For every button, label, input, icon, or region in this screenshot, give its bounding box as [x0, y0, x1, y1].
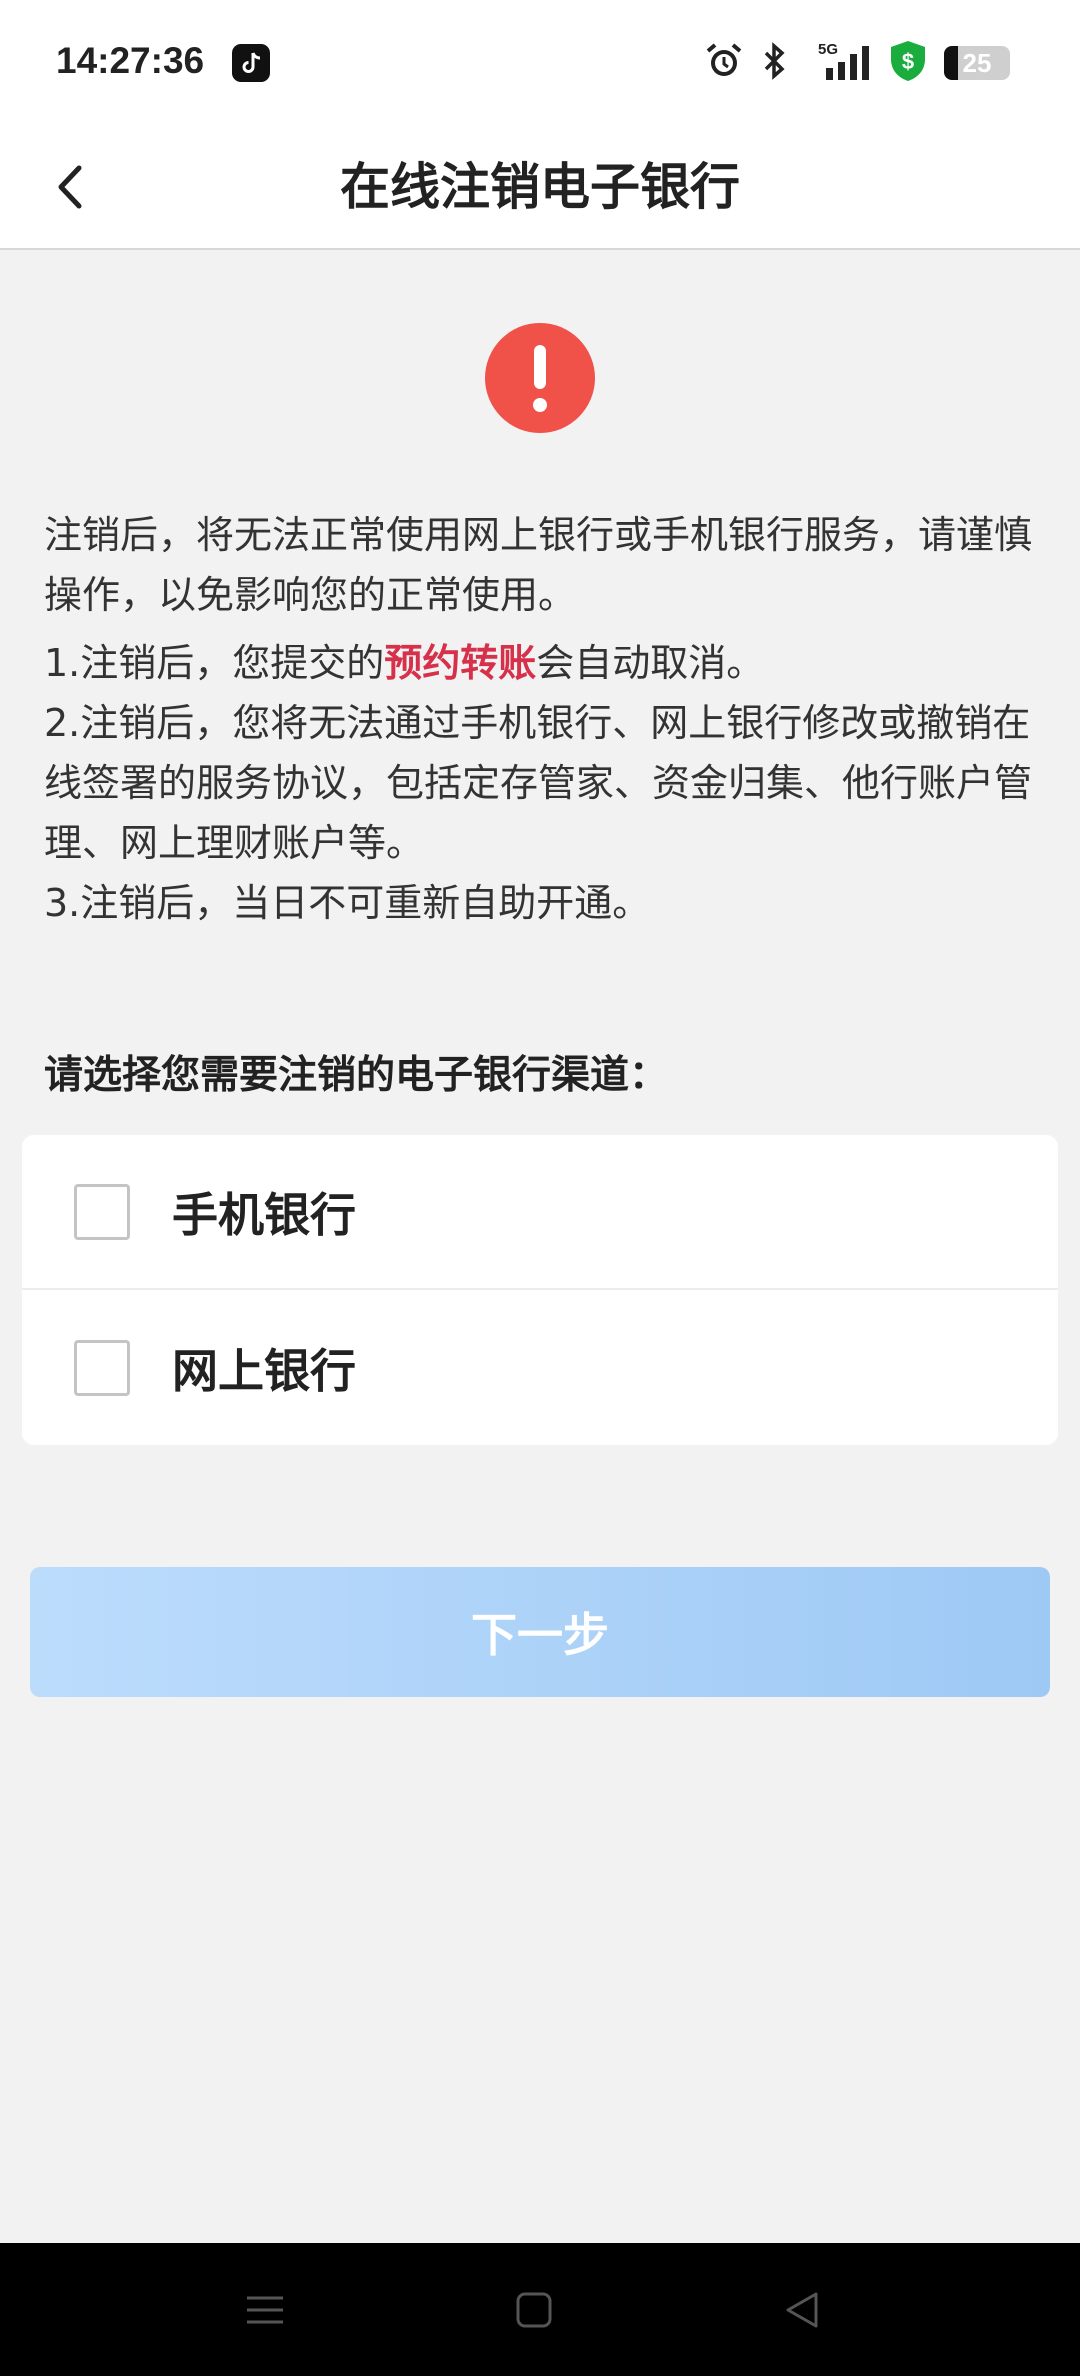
option-mobile-banking[interactable]: 手机银行	[22, 1135, 1058, 1290]
network-type: 5G	[818, 41, 838, 58]
page-title: 在线注销电子银行	[340, 158, 740, 216]
tiktok-icon	[232, 44, 270, 82]
status-icons: 5G $ 25	[704, 38, 1010, 88]
warning-intro: 注销后，将无法正常使用网上银行或手机银行服务，请谨慎操作，以免影响您的正常使用。	[44, 513, 1033, 617]
header: 在线注销电子银行	[0, 126, 1080, 250]
svg-text:$: $	[902, 49, 914, 74]
channel-options-card: 手机银行 网上银行	[22, 1135, 1058, 1445]
menu-icon[interactable]	[238, 2283, 292, 2337]
channel-select-label: 请选择您需要注销的电子银行渠道：	[44, 1053, 669, 1098]
warning-text: 注销后，将无法正常使用网上银行或手机银行服务，请谨慎操作，以免影响您的正常使用。…	[44, 505, 1044, 933]
option-online-banking[interactable]: 网上银行	[22, 1290, 1058, 1445]
next-button[interactable]: 下一步	[30, 1567, 1050, 1697]
warning-item-1-suffix: 会自动取消。	[536, 641, 765, 685]
security-shield-icon: $	[888, 39, 928, 87]
status-bar: 14:27:36 5G $ 25	[0, 0, 1080, 126]
warning-item-1: 1.注销后，您提交的预约转账会自动取消。	[44, 633, 1044, 693]
home-icon[interactable]	[507, 2283, 561, 2337]
warning-item-2: 2.注销后，您将无法通过手机银行、网上银行修改或撤销在线签署的服务协议，包括定存…	[44, 701, 1033, 865]
back-triangle-icon[interactable]	[775, 2283, 829, 2337]
status-time: 14:27:36	[56, 40, 205, 81]
signal-icon: 5G	[806, 40, 872, 86]
warning-item-1-prefix: 1.注销后，您提交的	[44, 641, 385, 685]
scheduled-transfer-highlight: 预约转账	[384, 641, 537, 685]
alarm-icon	[704, 41, 744, 85]
warning-item-3: 3.注销后，当日不可重新自助开通。	[44, 881, 651, 925]
option-label: 手机银行	[172, 1187, 356, 1242]
battery-level: 25	[962, 48, 992, 78]
battery-icon: 25	[944, 46, 1010, 80]
checkbox-online-banking[interactable]	[74, 1339, 130, 1396]
system-nav-bar	[0, 2243, 1080, 2376]
bluetooth-icon	[760, 41, 790, 85]
option-label: 网上银行	[172, 1343, 356, 1398]
checkbox-mobile-banking[interactable]	[74, 1183, 130, 1240]
exclamation-icon	[485, 323, 595, 433]
